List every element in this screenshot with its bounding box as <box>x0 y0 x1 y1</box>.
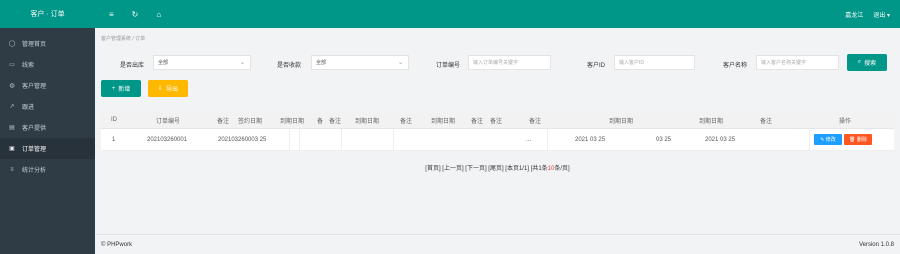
add-button-label: 新增 <box>118 87 131 93</box>
sidebar-item-label: 统计分析 <box>22 168 47 174</box>
version: Version 1.0.8 <box>858 241 894 248</box>
col-header: 到期日期 <box>609 118 634 125</box>
payment-value: 全部 <box>316 60 327 66</box>
home-icon[interactable]: ⌂ <box>156 10 161 19</box>
chevron-down-icon: ⌄ <box>397 60 403 66</box>
col-header: ID <box>111 117 117 123</box>
sidebar-item-label: 客户管理 <box>22 84 47 90</box>
divider <box>547 129 548 151</box>
col-header: 备注 <box>217 118 230 125</box>
col-header: 备注 <box>760 118 773 125</box>
export-button[interactable]: ⇩ 导出 <box>148 80 188 97</box>
customer-name-input[interactable]: 输入客户名称关键字 <box>756 55 839 70</box>
cell-note: ... <box>526 136 532 143</box>
outbound-value: 全部 <box>158 60 169 66</box>
cell-order-no: 202103260001 <box>147 136 188 143</box>
pager-text: 条/页] <box>554 166 570 172</box>
divider <box>289 129 290 151</box>
outbound-label: 是否出库 <box>120 63 145 69</box>
cell-sign-date: 202103260003 25 <box>218 136 267 143</box>
col-header: 备注 <box>400 118 413 125</box>
chart-icon: ≡ <box>10 166 14 173</box>
col-header: 备 <box>317 118 324 125</box>
sidebar-item-supply[interactable]: ▤ 客户提供 <box>0 117 95 138</box>
breadcrumb: 客户管理系统 / 订单 <box>101 36 146 42</box>
search-icon: ⌕ <box>857 59 862 65</box>
cell-id: 1 <box>112 136 116 143</box>
chevron-down-icon: ⌄ <box>239 60 245 66</box>
customer-id-label: 客户ID <box>587 63 606 69</box>
col-header: 备注 <box>329 118 342 125</box>
logout-menu[interactable]: 退出 ▾ <box>873 10 890 19</box>
user-area: 嘉龙江 退出 ▾ <box>845 10 890 19</box>
col-header: 到期日期 <box>431 118 456 125</box>
filter-bar: 是否出库 全部 ⌄ 是否收款 全部 ⌄ 订单编号 输入订单编号关键字 客户ID … <box>95 50 900 78</box>
orders-table: ID 订单编号 备注 签约日期 到期日期 备 备注 到期日期 备注 到期日期 备… <box>101 112 894 151</box>
main-content: 客户管理系统 / 订单 是否出库 全部 ⌄ 是否收款 全部 ⌄ 订单编号 输入订… <box>95 28 900 234</box>
outbound-select[interactable]: 全部 ⌄ <box>153 55 251 70</box>
customer-id-input[interactable]: 输入客户ID <box>614 55 695 70</box>
sidebar-item-label: 订单管理 <box>22 147 47 153</box>
top-bar: 客户 · 订单 ≡ ↻ ⌂ 嘉龙江 退出 ▾ <box>0 0 900 28</box>
refresh-icon[interactable]: ↻ <box>132 10 139 19</box>
sidebar-item-label: 客户提供 <box>22 126 47 132</box>
cell-date: 2021 03 25 <box>575 136 606 143</box>
sidebar-item-stats[interactable]: ≡ 统计分析 <box>0 159 95 180</box>
divider <box>809 129 810 151</box>
top-tools: ≡ ↻ ⌂ <box>109 10 161 19</box>
plus-icon: + <box>111 85 116 92</box>
sidebar-item-customers[interactable]: ◍ 客户管理 <box>0 75 95 96</box>
payment-label: 是否收款 <box>277 63 302 69</box>
table-row: 1 202103260001 202103260003 25 ... 2021 … <box>101 129 894 151</box>
sidebar-item-followup[interactable]: ↗ 跟进 <box>0 96 95 117</box>
sidebar-item-label: 跟进 <box>22 105 35 111</box>
app-title: 客户 · 订单 <box>30 11 65 18</box>
sidebar-item-label: 管理首页 <box>22 42 47 48</box>
customer-name-label: 客户名称 <box>723 63 748 69</box>
menu-toggle-icon[interactable]: ≡ <box>109 10 114 19</box>
user-icon: ◍ <box>9 83 15 89</box>
order-icon: ▣ <box>9 146 15 152</box>
delete-button[interactable]: 🗑 删除 <box>844 134 872 145</box>
sidebar-item-label: 线索 <box>22 63 35 69</box>
copyright: © PHPwork <box>101 241 133 248</box>
col-header: 订单编号 <box>156 118 181 125</box>
pager-nav[interactable]: [首页] [上一页] [下一页] [尾页] [本页1/1] [共 <box>425 166 538 172</box>
col-header: 到期日期 <box>355 118 380 125</box>
order-no-label: 订单编号 <box>436 63 461 69</box>
col-header: 备注 <box>529 118 542 125</box>
search-button-label: 搜索 <box>864 61 877 67</box>
contract-icon: ▤ <box>9 125 15 131</box>
payment-select[interactable]: 全部 ⌄ <box>311 55 409 70</box>
divider <box>299 129 300 151</box>
order-no-input[interactable]: 输入订单编号关键字 <box>468 55 551 70</box>
col-header: 备注 <box>471 118 484 125</box>
cell-date: 2021 03 25 <box>705 136 736 143</box>
col-header: 操作 <box>839 118 852 125</box>
search-button[interactable]: ⌕ 搜索 <box>847 54 887 71</box>
sidebar-item-leads[interactable]: ▭ 线索 <box>0 54 95 75</box>
divider <box>341 129 342 151</box>
footer: © PHPwork Version 1.0.8 <box>95 234 900 254</box>
table-header: ID 订单编号 备注 签约日期 到期日期 备 备注 到期日期 备注 到期日期 备… <box>101 112 894 129</box>
col-header: 到期日期 <box>280 118 305 125</box>
home-icon: ◯ <box>8 41 16 47</box>
col-header: 备注 <box>490 118 503 125</box>
phone-icon: ↗ <box>9 104 15 110</box>
divider <box>393 129 394 151</box>
add-button[interactable]: + 新增 <box>101 80 141 97</box>
cell-date: 03 25 <box>656 136 672 143</box>
export-button-label: 导出 <box>166 87 179 93</box>
sidebar: ◯ 管理首页 ▭ 线索 ◍ 客户管理 ↗ 跟进 ▤ 客户提供 ▣ 订单管理 ≡ … <box>0 28 95 254</box>
col-header: 签约日期 <box>238 118 263 125</box>
list-icon: ▭ <box>9 62 15 68</box>
sidebar-item-home[interactable]: ◯ 管理首页 <box>0 33 95 54</box>
col-header: 到期日期 <box>699 118 724 125</box>
edit-button[interactable]: ✎ 修改 <box>814 134 842 145</box>
sidebar-item-orders[interactable]: ▣ 订单管理 <box>0 138 95 159</box>
user-name[interactable]: 嘉龙江 <box>845 10 863 19</box>
export-icon: ⇩ <box>157 86 163 92</box>
pagination: [首页] [上一页] [下一页] [尾页] [本页1/1] [共1条10条/页] <box>95 163 900 172</box>
